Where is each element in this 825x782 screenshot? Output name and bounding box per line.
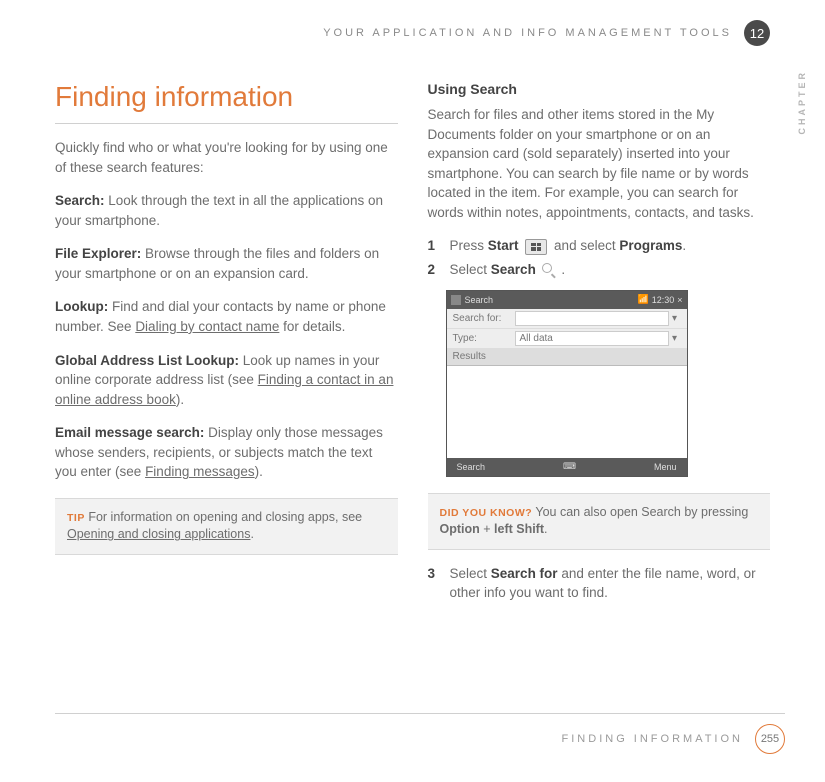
step-number: 1 [428,236,450,256]
tip-text: For information on opening and closing a… [88,510,362,524]
results-header: Results [447,349,687,366]
feature-text: for details. [279,319,345,334]
app-title: Search [465,295,494,305]
feature-label: File Explorer: [55,246,141,261]
did-you-know-box: DID YOU KNOW? You can also open Search b… [428,493,771,550]
feature-text: ). [176,392,184,407]
feature-text: Look through the text in all the applica… [55,193,383,228]
softkey-left: Search [457,462,486,472]
dyk-label: DID YOU KNOW? [440,507,533,519]
results-body [447,366,687,458]
programs-label: Programs [619,238,682,253]
tip-label: TIP [67,512,85,524]
dyk-text: + [480,522,494,536]
right-column: Using Search Search for files and other … [428,81,771,607]
feature-label: Lookup: [55,299,108,314]
chapter-number-badge: 12 [744,20,770,46]
header-title: YOUR APPLICATION AND INFO MANAGEMENT TOO… [323,27,732,39]
step-1: 1 Press Start and select Programs. [428,236,771,256]
step-2: 2 Select Search . [428,260,771,280]
feature-lookup: Lookup: Find and dial your contacts by n… [55,297,398,336]
windows-start-icon [525,239,547,255]
dyk-text: . [544,522,547,536]
step-text: . [682,238,686,253]
step-text: and select [550,238,619,253]
feature-search: Search: Look through the text in all the… [55,191,398,230]
start-label: Start [488,238,519,253]
dyk-text: You can also open Search by pressing [535,505,748,519]
footer-title: FINDING INFORMATION [562,733,743,745]
close-icon: × [677,295,682,305]
step-text: Press [450,238,488,253]
key-left-shift: left Shift [494,522,544,536]
clock: 12:30 [652,295,675,305]
link-finding-messages[interactable]: Finding messages [145,464,255,479]
feature-email-search: Email message search: Display only those… [55,423,398,482]
section-title: Finding information [55,81,398,124]
key-option: Option [440,522,480,536]
search-for-label: Search for [491,566,558,581]
using-search-heading: Using Search [428,81,771,97]
signal-icon: 📶 [637,294,648,305]
search-for-label: Search for: [453,313,515,324]
step-text: . [558,262,566,277]
app-icon [451,295,461,305]
step-text: Select [450,566,491,581]
search-icon [542,263,556,277]
link-dialing-by-contact[interactable]: Dialing by contact name [135,319,279,334]
dropdown-icon: ▾ [669,333,681,344]
step-text: Select [450,262,491,277]
tip-box: TIP For information on opening and closi… [55,498,398,555]
softkey-center-icon: ⌨ [563,461,576,472]
dropdown-icon: ▾ [669,313,681,324]
type-label: Type: [453,333,515,344]
feature-gal-lookup: Global Address List Lookup: Look up name… [55,351,398,410]
search-label: Search [491,262,536,277]
chapter-side-label: CHAPTER [797,70,807,135]
feature-label: Search: [55,193,105,208]
step-number: 3 [428,564,450,603]
search-for-field [515,311,669,326]
left-column: Finding information Quickly find who or … [55,81,398,607]
feature-text: ). [255,464,263,479]
step-number: 2 [428,260,450,280]
feature-file-explorer: File Explorer: Browse through the files … [55,244,398,283]
search-app-screenshot: Search 📶 12:30 × Search for: ▾ Type: All… [446,290,688,477]
tip-text: . [250,527,253,541]
type-field: All data [515,331,669,346]
softkey-right: Menu [654,462,677,472]
intro-text: Quickly find who or what you're looking … [55,138,398,177]
page-number: 255 [755,724,785,754]
feature-label: Email message search: [55,425,204,440]
step-3: 3 Select Search for and enter the file n… [428,564,771,603]
link-opening-closing-apps[interactable]: Opening and closing applications [67,527,250,541]
using-search-intro: Search for files and other items stored … [428,105,771,222]
feature-label: Global Address List Lookup: [55,353,239,368]
